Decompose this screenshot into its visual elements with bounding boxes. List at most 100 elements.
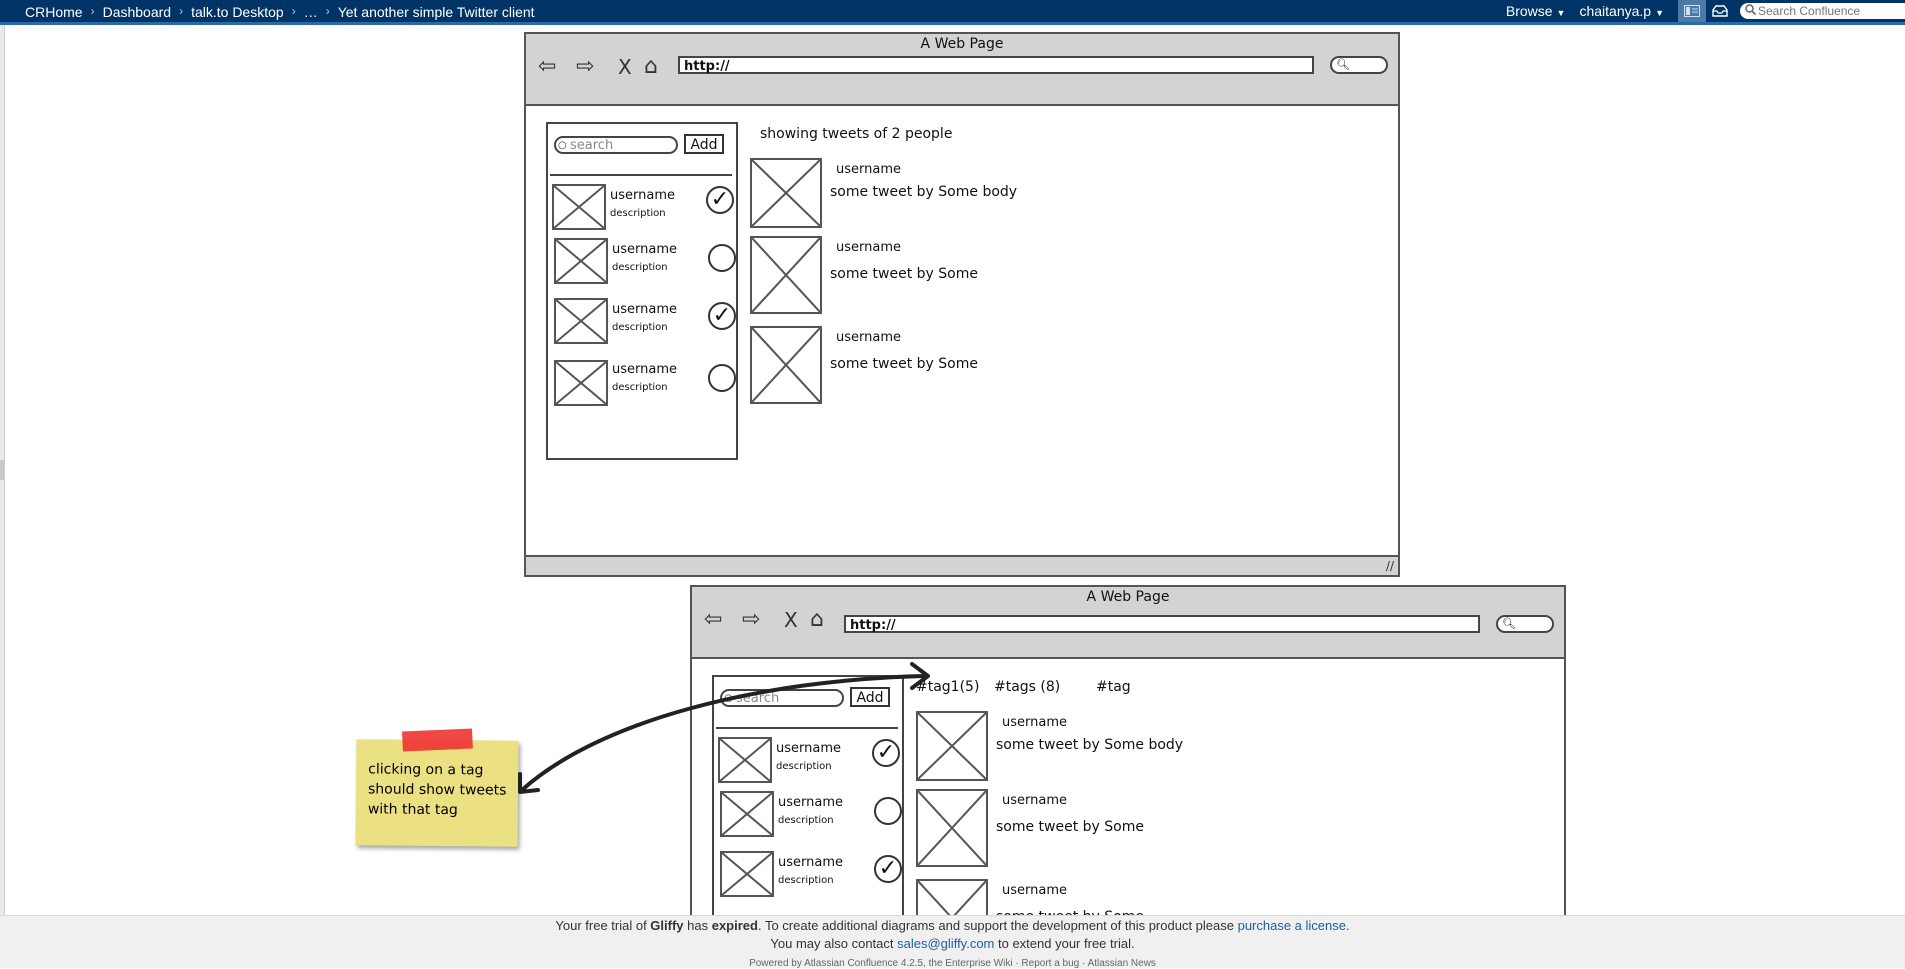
friend-username: username xyxy=(778,795,843,810)
notice-text: You may also contact xyxy=(770,936,898,951)
sidebar-toggle-icon[interactable] xyxy=(1678,0,1706,22)
friend-list-item: username description ✓ xyxy=(716,851,904,901)
breadcrumb-separator: › xyxy=(291,4,296,18)
checked-icon: ✓ xyxy=(706,186,734,214)
add-button: Add xyxy=(850,687,890,707)
breadcrumb-ellipsis[interactable]: … xyxy=(304,4,318,20)
gliffy-expired-notice: Your free trial of Gliffy has expired. T… xyxy=(0,918,1905,933)
checked-icon: ✓ xyxy=(708,302,736,330)
browser-search-button: 🔍︎ xyxy=(1330,56,1388,74)
friend-description: description xyxy=(610,208,666,219)
breadcrumb-crhome[interactable]: CRHome xyxy=(25,4,83,20)
friend-description: description xyxy=(612,322,668,333)
friend-username: username xyxy=(612,362,677,377)
notice-text: to extend your free trial. xyxy=(994,936,1135,951)
friend-description: description xyxy=(776,761,832,772)
breadcrumb-dashboard[interactable]: Dashboard xyxy=(103,4,172,20)
stop-icon: X xyxy=(618,55,632,79)
notice-text: . To create additional diagrams and supp… xyxy=(757,918,1238,933)
tweets-heading: showing tweets of 2 people xyxy=(760,126,953,142)
sticky-note-text: clicking on a tag should show tweets wit… xyxy=(367,761,507,819)
search-icon: ○ xyxy=(558,140,567,151)
notice-expired: expired xyxy=(711,918,758,933)
tweet-username: username xyxy=(1002,883,1067,898)
search-input[interactable] xyxy=(1756,4,1898,18)
browser-status-bar: // xyxy=(526,555,1398,575)
tweet-username: username xyxy=(836,330,901,345)
friend-search-field: ○ search xyxy=(720,689,844,707)
tweet-text: some tweet by Some body xyxy=(996,737,1184,753)
back-arrow-icon: ⇦ xyxy=(538,54,557,79)
friend-username: username xyxy=(612,242,677,257)
avatar-placeholder-icon xyxy=(720,851,774,897)
friend-list-item: username description xyxy=(550,358,738,408)
browse-menu[interactable]: Browse ▼ xyxy=(1506,3,1566,19)
tweet-text: some tweet by Some xyxy=(996,819,1144,835)
tweet-image-placeholder-icon xyxy=(916,711,988,781)
search-icon: ○ xyxy=(724,693,733,704)
browser-search-button: 🔍︎ xyxy=(1496,615,1554,633)
browser-title: A Web Page xyxy=(1086,589,1170,605)
breadcrumb-separator: › xyxy=(90,4,95,18)
back-arrow-icon: ⇦ xyxy=(704,607,723,632)
tweet-text: some tweet by Some xyxy=(830,266,978,282)
tweet-username: username xyxy=(836,162,901,177)
search-icon: 🔍︎ xyxy=(1502,617,1516,630)
browser-chrome: A Web Page ⇦ ⇨ X ⌂ http:// 🔍︎ xyxy=(692,587,1564,659)
friend-search-placeholder: search xyxy=(570,138,614,153)
avatar-placeholder-icon xyxy=(554,360,608,406)
tweet-username: username xyxy=(836,240,901,255)
chevron-down-icon: ▼ xyxy=(1655,8,1664,18)
tag-link: #tag1(5) xyxy=(916,679,980,695)
tweet-text: some tweet by Some body xyxy=(830,184,1018,200)
breadcrumb: CRHome › Dashboard › talk.to Desktop › …… xyxy=(25,4,543,20)
mockup-browser-bottom: A Web Page ⇦ ⇨ X ⌂ http:// 🔍︎ ○ search Ad… xyxy=(690,585,1566,957)
chevron-down-icon: ▼ xyxy=(1556,8,1566,18)
panel-divider xyxy=(716,727,898,729)
friend-list-item: username description xyxy=(716,791,904,841)
unchecked-icon xyxy=(708,364,736,392)
home-icon: ⌂ xyxy=(810,607,824,632)
notice-text: has xyxy=(683,918,712,933)
tag-link: #tags (8) xyxy=(994,679,1061,695)
unchecked-icon xyxy=(708,244,736,272)
contact-notice: You may also contact sales@gliffy.com to… xyxy=(0,936,1905,951)
friend-list-item: username description ✓ xyxy=(716,737,904,787)
friend-search-field: ○ search xyxy=(554,136,678,154)
tape-strip xyxy=(402,728,473,752)
gutter-resize-handle[interactable] xyxy=(0,460,4,480)
tag-link: #tag xyxy=(1096,679,1131,695)
tweet-text: some tweet by Some xyxy=(830,356,978,372)
checked-icon: ✓ xyxy=(872,739,900,767)
stop-icon: X xyxy=(784,608,798,632)
sticky-note: clicking on a tag should show tweets wit… xyxy=(355,728,519,847)
breadcrumb-separator: › xyxy=(179,4,184,18)
friends-panel: ○ search Add username description ✓ usern… xyxy=(712,675,904,935)
user-menu[interactable]: chaitanya.p ▼ xyxy=(1579,3,1664,19)
notifications-icon[interactable] xyxy=(1706,0,1734,22)
forward-arrow-icon: ⇨ xyxy=(576,54,595,79)
breadcrumb-current-page[interactable]: Yet another simple Twitter client xyxy=(338,4,535,20)
tweet-image-placeholder-icon xyxy=(916,789,988,867)
top-navigation-bar: CRHome › Dashboard › talk.to Desktop › …… xyxy=(0,0,1905,25)
browse-label: Browse xyxy=(1505,3,1553,19)
friend-list-item: username description ✓ xyxy=(550,184,738,234)
browser-title: A Web Page xyxy=(920,36,1004,52)
friend-username: username xyxy=(612,302,677,317)
avatar-placeholder-icon xyxy=(720,791,774,837)
powered-by: Powered by Atlassian Confluence 4.2.5, t… xyxy=(749,958,1156,969)
search-confluence-field[interactable] xyxy=(1740,3,1905,19)
breadcrumb-separator: › xyxy=(325,4,330,18)
search-icon: 🔍︎ xyxy=(1336,58,1350,71)
tweet-username: username xyxy=(1002,793,1067,808)
breadcrumb-talkto-desktop[interactable]: talk.to Desktop xyxy=(191,4,284,20)
sales-email-link[interactable]: sales@gliffy.com xyxy=(897,936,994,951)
friend-description: description xyxy=(612,382,668,393)
avatar-placeholder-icon xyxy=(554,238,608,284)
tweet-image-placeholder-icon xyxy=(750,326,822,404)
friend-username: username xyxy=(778,855,843,870)
user-label: chaitanya.p xyxy=(1579,3,1652,19)
purchase-license-link[interactable]: purchase a license. xyxy=(1238,918,1350,933)
friend-username: username xyxy=(776,741,841,756)
avatar-placeholder-icon xyxy=(552,184,606,230)
